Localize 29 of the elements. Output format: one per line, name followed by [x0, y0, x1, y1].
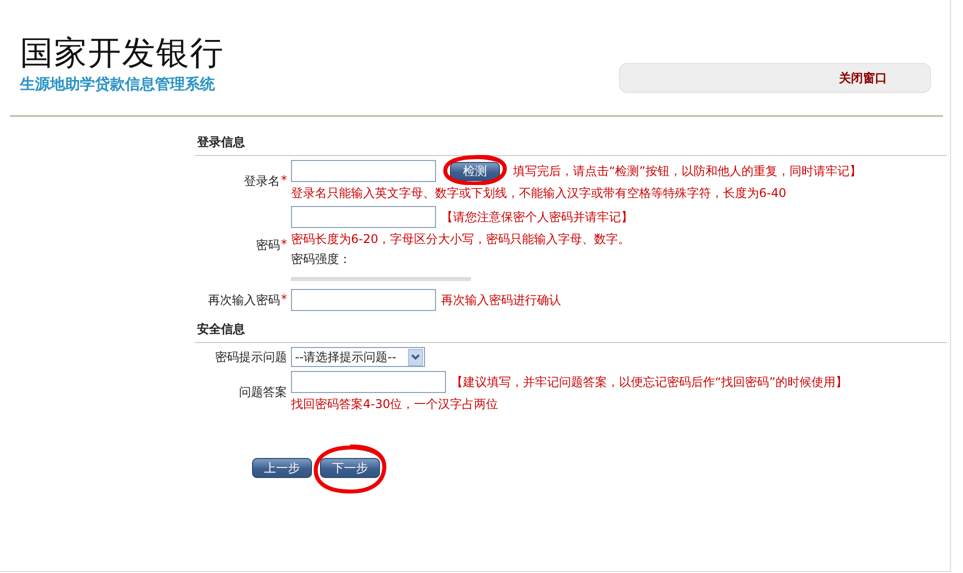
input-field[interactable] — [291, 160, 436, 182]
field-note: 密码长度为6-20，字母区分大小写，密码只能输入字母、数字。 — [291, 231, 632, 248]
field-hint: 填写完后，请点击“检测”按钮，以防和他人的重复，同时请牢记】 — [513, 162, 862, 180]
field-label: 密码提示问题 — [215, 348, 287, 366]
section-heading: 安全信息 — [197, 321, 245, 338]
field-note: 登录名只能输入英文字母、数字或下划线，不能输入汉字或带有空格等特殊字符，长度为6-40 — [291, 185, 788, 202]
section-heading: 登录信息 — [197, 134, 245, 151]
input-field[interactable] — [291, 371, 446, 393]
password-field[interactable] — [291, 206, 436, 228]
field-label: 问题答案 — [239, 384, 287, 400]
field-label: 密码 — [256, 237, 280, 254]
required-mark: * — [281, 172, 287, 188]
field-hint: 【请您注意保密个人密码并请牢记】 — [441, 208, 633, 226]
check-button[interactable]: 检测 — [450, 162, 500, 180]
field-label: 再次输入密码 — [208, 292, 280, 308]
question-dropdown[interactable]: --请选择提示问题-- — [291, 347, 425, 367]
input-field[interactable] — [291, 289, 436, 311]
field-hint: 再次输入密码进行确认 — [441, 292, 561, 308]
system-subtitle: 生源地助学贷款信息管理系统 — [20, 75, 216, 93]
bank-title: 国家开发银行 — [20, 34, 224, 72]
required-mark: * — [281, 292, 287, 308]
field-hint: 【建议填写，并牢记问题答案，以便忘记密码后作“找回密码”的时候使用】 — [451, 374, 848, 390]
next-step-button[interactable]: 下一步 — [320, 458, 380, 478]
strength-label: 密码强度： — [291, 251, 352, 268]
field-label: 登录名 — [244, 172, 280, 190]
required-mark: * — [281, 237, 287, 253]
close-window-link[interactable]: 关闭窗口 — [839, 70, 887, 86]
field-note: 找回密码答案4-30位，一个汉字占两位 — [291, 396, 500, 413]
previous-step-button[interactable]: 上一步 — [252, 458, 312, 478]
